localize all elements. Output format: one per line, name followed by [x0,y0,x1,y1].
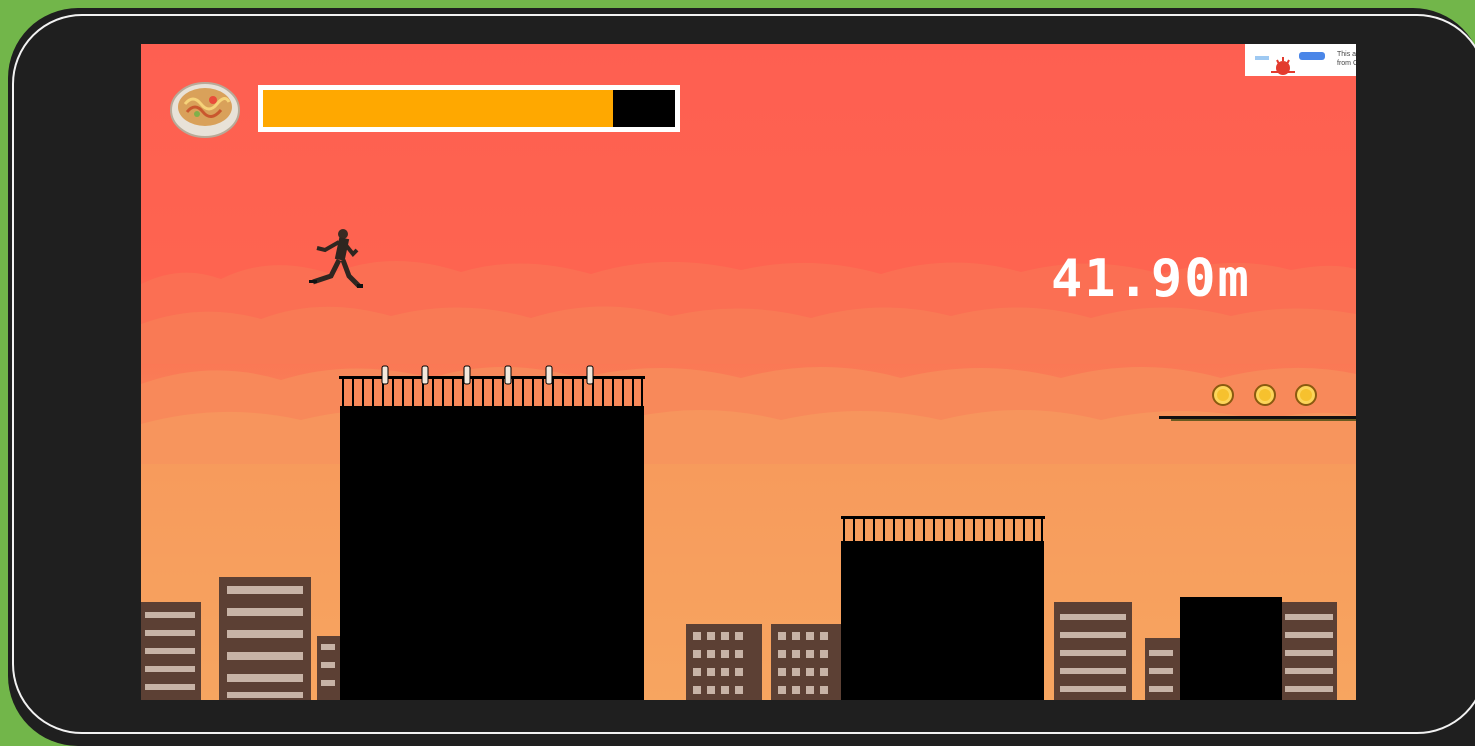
runner-character [309,229,363,288]
rooftop-railing [339,365,645,408]
ad-banner[interactable]: This a 320x50 test ad from Google AdMob. [1245,44,1356,76]
coin [1254,384,1276,406]
admob-logo-icon [1255,52,1325,75]
coin [1212,384,1234,406]
energy-bar-fill [263,90,614,127]
building-windows [145,586,1333,698]
rooftop-building [1180,597,1282,700]
distant-rooftop-ledge-shadow [1171,419,1356,421]
rooftop-railing [841,516,1045,544]
rooftop-building [841,541,1044,700]
game-screen[interactable]: 41.90m This a 320x50 test ad from Google… [141,44,1356,700]
ad-text: This a 320x50 test ad from Google AdMob. [1337,51,1356,67]
noodle-bowl-icon [170,82,240,138]
energy-bar [258,85,680,132]
coin [1295,384,1317,406]
rooftop-building [340,406,644,700]
distance-counter: 41.90m [1051,249,1251,309]
cloud-band-lower [141,367,1356,464]
